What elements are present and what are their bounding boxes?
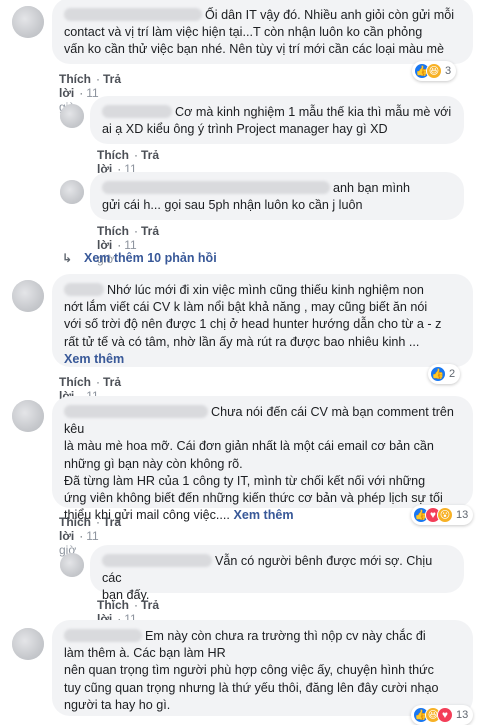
separator-dot: · <box>134 224 138 238</box>
author-name[interactable] <box>102 105 172 118</box>
reaction-summary[interactable]: 👍 😆 3 <box>412 61 457 81</box>
like-button[interactable]: Thích <box>59 72 91 86</box>
reply-arrow-icon: ↳ <box>62 251 73 265</box>
avatar[interactable] <box>60 180 84 204</box>
reaction-summary[interactable]: 👍 😆 ♥ 13 <box>411 705 474 725</box>
reaction-count: 13 <box>456 509 469 521</box>
avatar[interactable] <box>60 553 84 577</box>
reaction-count: 3 <box>445 65 452 77</box>
avatar[interactable] <box>12 628 44 660</box>
separator-dot: · <box>79 529 84 543</box>
comment-bubble: Ối dân IT vậy đó. Nhiều anh giỏi còn gửi… <box>52 0 473 64</box>
like-button[interactable]: Thích <box>97 224 129 238</box>
view-more-label: Xem thêm 10 phản hồi <box>84 251 217 265</box>
reaction-summary[interactable]: 👍 2 <box>428 364 461 384</box>
like-button[interactable]: Thích <box>59 515 91 529</box>
author-name[interactable] <box>64 629 142 642</box>
comment-bubble: Chưa nói đến cái CV mà bạn comment trên … <box>52 396 473 522</box>
reaction-summary[interactable]: 👍 ♥ 😮 13 <box>411 505 474 525</box>
separator-dot: · <box>96 72 100 86</box>
avatar[interactable] <box>60 104 84 128</box>
comment-bubble: Nhớ lúc mới đi xin việc mình cũng thiếu … <box>52 274 473 367</box>
comment-text: Nhớ lúc mới đi xin việc mình cũng thiếu … <box>64 283 442 349</box>
avatar[interactable] <box>12 6 44 38</box>
see-more-link[interactable]: Xem thêm <box>233 508 293 522</box>
author-name[interactable] <box>64 405 208 418</box>
author-name[interactable] <box>102 181 330 194</box>
reaction-count: 2 <box>449 368 456 380</box>
reaction-count: 13 <box>456 709 469 721</box>
author-name[interactable] <box>64 283 104 296</box>
view-more-replies-link[interactable]: ↳ Xem thêm 10 phản hồi <box>62 251 217 265</box>
author-name[interactable] <box>64 8 202 21</box>
separator-dot: · <box>134 598 138 612</box>
see-more-link[interactable]: Xem thêm <box>64 352 124 366</box>
comment-bubble: Vẫn có người bênh được mới sợ. Chịu các … <box>90 545 464 602</box>
separator-dot: · <box>96 375 100 389</box>
author-name[interactable] <box>102 554 212 567</box>
separator-dot: · <box>79 86 84 100</box>
separator-dot: · <box>96 515 100 529</box>
love-reaction-icon: ♥ <box>437 707 453 723</box>
like-button[interactable]: Thích <box>59 375 91 389</box>
comment-bubble: anh bạn mình gửi cái h... gọi sau 5ph nh… <box>90 172 464 220</box>
like-reaction-icon: 👍 <box>430 366 446 382</box>
haha-reaction-icon: 😆 <box>426 63 442 79</box>
separator-dot: · <box>134 148 138 162</box>
separator-dot: · <box>117 238 122 252</box>
avatar[interactable] <box>12 400 44 432</box>
like-button[interactable]: Thích <box>97 598 129 612</box>
comment-text: Chưa nói đến cái CV mà bạn comment trên … <box>64 405 454 523</box>
avatar[interactable] <box>12 280 44 312</box>
comment-bubble: Cơ mà kinh nghiệm 1 mẫu thế kia thì mẫu … <box>90 96 464 144</box>
comment-bubble: Em này còn chưa ra trường thì nộp cv này… <box>52 620 473 716</box>
like-button[interactable]: Thích <box>97 148 129 162</box>
haha-reaction-icon: 😮 <box>437 507 453 523</box>
